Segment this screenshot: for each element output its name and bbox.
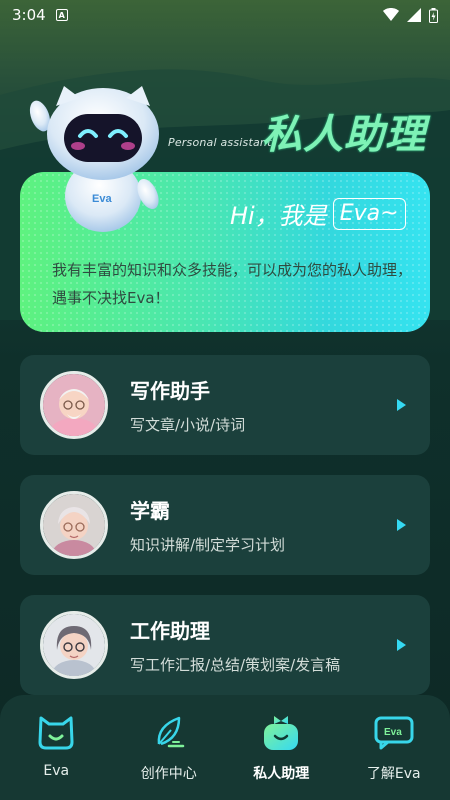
a-icon: A	[55, 9, 68, 21]
tab-eva[interactable]: Eva	[6, 709, 106, 779]
eva-name-tag: Eva~	[332, 197, 406, 230]
assistant-card-study[interactable]: 学霸 知识讲解/制定学习计划	[20, 475, 430, 575]
assistant-card-work[interactable]: 工作助理 写工作汇报/总结/策划案/发言稿	[20, 595, 430, 695]
card-title: 工作助理	[130, 619, 210, 643]
intro-description: 我有丰富的知识和众多技能，可以成为您的私人助理，遇事不决找Eva！	[52, 261, 413, 307]
signal-icon	[407, 8, 421, 22]
card-description: 写文章/小说/诗词	[130, 416, 246, 434]
page-title: 私人助理	[262, 112, 426, 158]
card-description: 写工作汇报/总结/策划案/发言稿	[130, 656, 341, 674]
office-woman-avatar	[40, 611, 108, 679]
tab-label: Eva	[43, 763, 70, 779]
play-arrow-icon	[397, 399, 406, 411]
assistant-bot-icon	[258, 709, 304, 755]
robot-mascot: Eva	[29, 86, 159, 232]
tab-assistant[interactable]: 私人助理	[231, 709, 331, 783]
assistant-card-writing[interactable]: 写作助手 写文章/小说/诗词	[20, 355, 430, 455]
tab-about-eva[interactable]: Eva 了解Eva	[344, 709, 444, 783]
card-title: 写作助手	[130, 379, 210, 403]
greeting-text: Hi，我是	[230, 202, 327, 230]
card-title: 学霸	[130, 499, 170, 523]
wifi-icon	[383, 8, 399, 21]
tab-label: 私人助理	[253, 766, 310, 782]
tab-label: 了解Eva	[366, 766, 421, 782]
battery-icon	[429, 7, 438, 23]
svg-text:Eva: Eva	[384, 727, 402, 738]
svg-text:Eva: Eva	[92, 193, 112, 205]
tab-label: 创作中心	[140, 766, 197, 782]
header-subtitle: Personal assistant	[168, 136, 272, 149]
feather-pen-icon	[146, 709, 192, 755]
card-description: 知识讲解/制定学习计划	[130, 536, 286, 554]
intro-greeting: Hi，我是 Eva~	[230, 196, 406, 231]
elder-man-avatar	[40, 371, 108, 439]
cat-face-icon	[33, 709, 79, 755]
status-time: 3:04	[12, 6, 46, 24]
play-arrow-icon	[397, 519, 406, 531]
eva-chat-icon: Eva	[371, 709, 417, 755]
bottom-tab-bar: Eva 创作中心 私人助理 Eva 了解Eva	[0, 695, 450, 800]
play-arrow-icon	[397, 639, 406, 651]
tab-create[interactable]: 创作中心	[119, 709, 219, 783]
scholar-avatar	[40, 491, 108, 559]
status-bar: 3:04 A	[0, 0, 450, 30]
